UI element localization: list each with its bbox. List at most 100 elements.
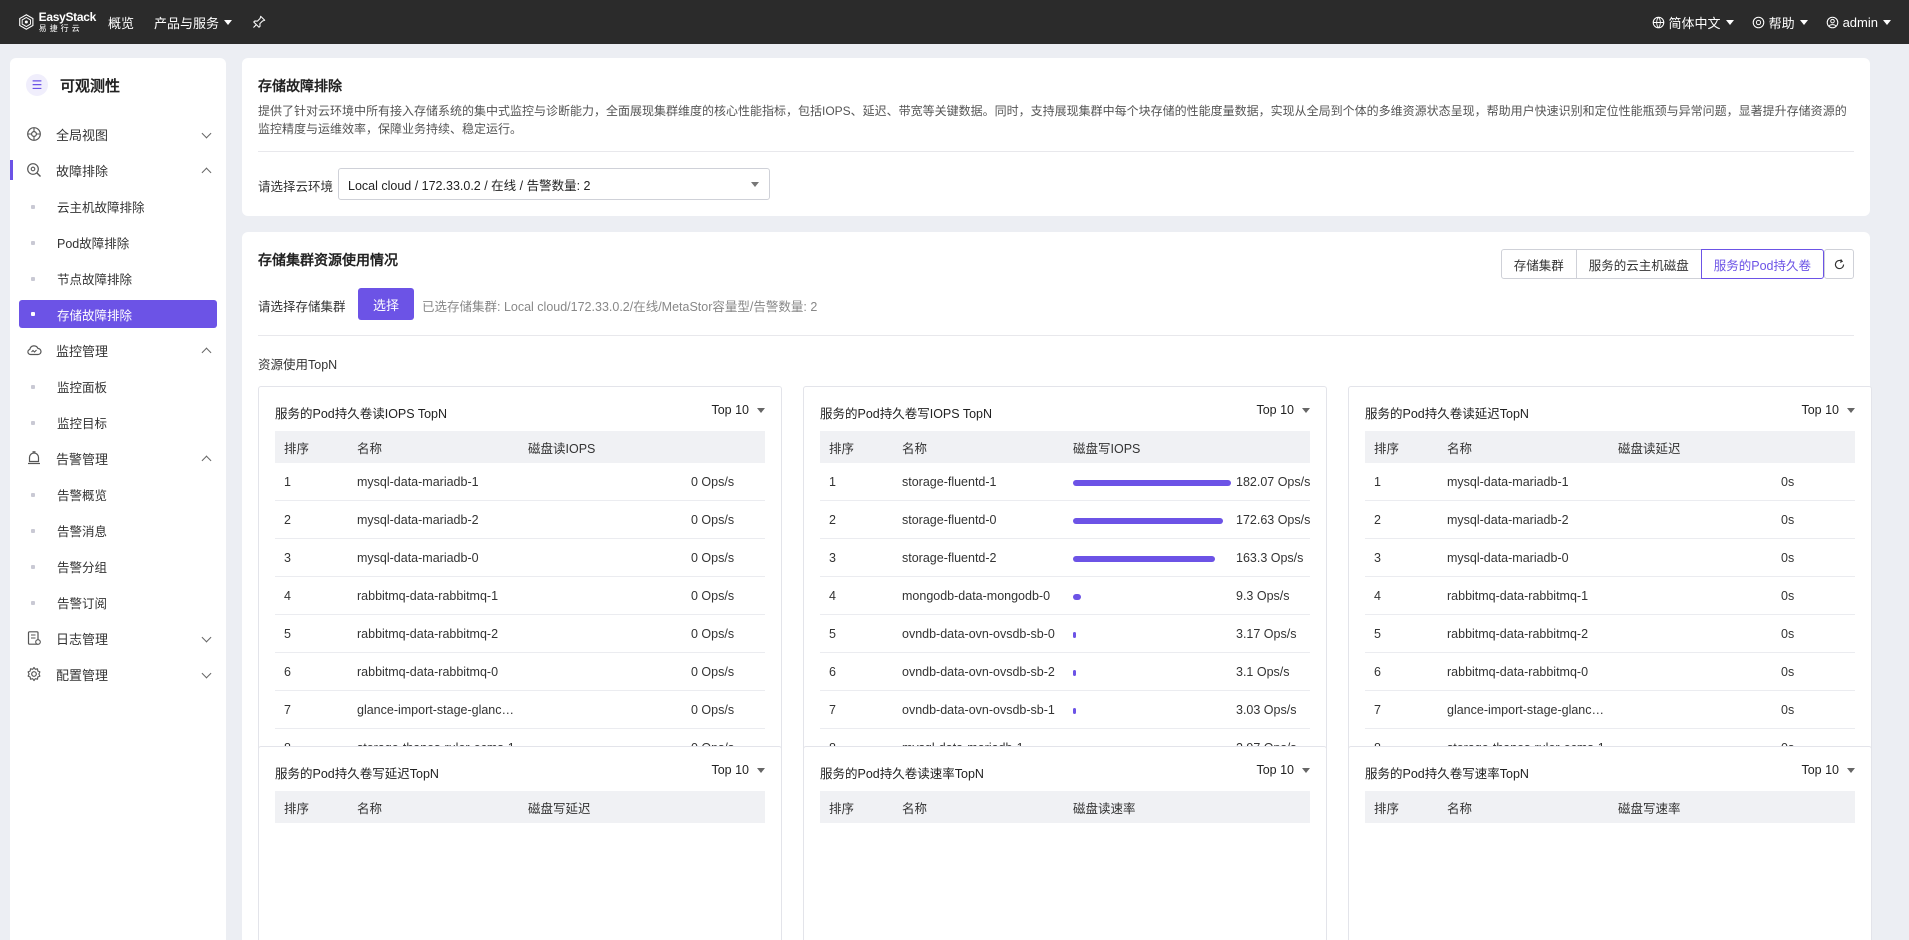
table-row[interactable]: 4 rabbitmq-data-rabbitmq-1 0 Ops/s — [275, 577, 765, 615]
row-name: storage-fluentd-2 — [902, 550, 997, 565]
row-name: mysql-data-mariadb-0 — [357, 550, 479, 565]
menu-item-monitor-dashboard[interactable]: 监控面板 — [10, 368, 226, 404]
menu-item-monitor-targets[interactable]: 监控目标 — [10, 404, 226, 440]
tab-pod-volumes[interactable]: 服务的Pod持久卷 — [1700, 249, 1824, 279]
globe-icon — [1652, 16, 1664, 28]
row-name: mysql-data-mariadb-2 — [1447, 512, 1569, 527]
table-row[interactable]: 1 mysql-data-mariadb-1 0s — [1365, 463, 1855, 501]
table-row[interactable]: 2 mysql-data-mariadb-2 0 Ops/s — [275, 501, 765, 539]
user-label: admin — [1842, 14, 1878, 30]
sidebar: ☰ 可观测性 全局视图 故障排除 云主机故障排除 Pod故障排除 节点故障排除 … — [10, 58, 226, 940]
topn-dropdown[interactable]: Top 10 — [1256, 403, 1310, 417]
row-value: 0s — [1781, 550, 1795, 565]
menu-item-pod-troubleshooting[interactable]: Pod故障排除 — [10, 224, 226, 260]
table-row[interactable]: 1 mysql-data-mariadb-1 0 Ops/s — [275, 463, 765, 501]
tab-storage-cluster[interactable]: 存储集群 — [1500, 249, 1577, 279]
row-name: mongodb-data-mongodb-0 — [902, 588, 1051, 603]
table-row[interactable]: 3 mysql-data-mariadb-0 0s — [1365, 539, 1855, 577]
table-row[interactable]: 4 rabbitmq-data-rabbitmq-1 0s — [1365, 577, 1855, 615]
topn-dropdown[interactable]: Top 10 — [1801, 403, 1855, 417]
table-row[interactable]: 7 ovndb-data-ovn-ovsdb-sb-1 3.03 Ops/s — [820, 691, 1310, 729]
row-value: 0 Ops/s — [691, 512, 735, 527]
refresh-button[interactable] — [1824, 249, 1854, 279]
usage-bar-track — [1073, 518, 1233, 524]
column-header-name: 名称 — [357, 801, 383, 816]
help-menu[interactable]: 帮助 — [1752, 13, 1808, 32]
menu-group-alerts[interactable]: 告警管理 — [10, 440, 226, 476]
table-row[interactable]: 5 rabbitmq-data-rabbitmq-2 0 Ops/s — [275, 615, 765, 653]
tab-vm-disks[interactable]: 服务的云主机磁盘 — [1575, 249, 1702, 279]
row-value: 0 Ops/s — [691, 588, 735, 603]
cloud-env-select[interactable]: Local cloud / 172.33.0.2 / 在线 / 告警数量: 2 — [338, 168, 770, 200]
table-row[interactable]: 7 glance-import-stage-glance-api-0 0 Ops… — [275, 691, 765, 729]
panel-title: 服务的Pod持久卷读速率TopN — [820, 767, 984, 781]
table-row[interactable]: 3 mysql-data-mariadb-0 0 Ops/s — [275, 539, 765, 577]
menu-group-config[interactable]: 配置管理 — [10, 656, 226, 692]
row-value: 3.1 Ops/s — [1236, 664, 1290, 679]
row-value-cell: 172.63 Ops/s — [1072, 501, 1310, 538]
topn-dropdown[interactable]: Top 10 — [1801, 763, 1855, 777]
pin-button[interactable] — [252, 15, 266, 29]
column-header-name: 名称 — [902, 801, 928, 816]
column-header-rank: 排序 — [1374, 801, 1400, 816]
nav-products-services[interactable]: 产品与服务 — [154, 13, 233, 32]
menu-item-label: 告警概览 — [57, 488, 108, 503]
row-value-cell: 182.07 Ops/s — [1072, 463, 1310, 500]
easystack-logo[interactable]: EasyStack 易捷行云 — [18, 10, 96, 34]
row-value-cell: 3.03 Ops/s — [1072, 691, 1310, 728]
table-row[interactable]: 3 storage-fluentd-2 163.3 Ops/s — [820, 539, 1310, 577]
nav-overview[interactable]: 概览 — [108, 13, 134, 32]
table-row[interactable]: 4 mongodb-data-mongodb-0 9.3 Ops/s — [820, 577, 1310, 615]
topn-dropdown[interactable]: Top 10 — [711, 403, 765, 417]
menu-group-global-view[interactable]: 全局视图 — [10, 116, 226, 152]
row-value-cell: 3.1 Ops/s — [1072, 653, 1310, 690]
table-row[interactable]: 2 mysql-data-mariadb-2 0s — [1365, 501, 1855, 539]
menu-group-troubleshooting[interactable]: 故障排除 — [10, 152, 226, 188]
table-row[interactable]: 2 storage-fluentd-0 172.63 Ops/s — [820, 501, 1310, 539]
menu-item-alert-overview[interactable]: 告警概览 — [10, 476, 226, 512]
menu-item-alert-subscriptions[interactable]: 告警订阅 — [10, 584, 226, 620]
menu-item-alert-groups[interactable]: 告警分组 — [10, 548, 226, 584]
column-header-rank: 排序 — [284, 801, 310, 816]
column-header-name: 名称 — [902, 441, 928, 456]
row-value-cell: 0s — [1617, 615, 1855, 652]
table-row[interactable]: 5 rabbitmq-data-rabbitmq-2 0s — [1365, 615, 1855, 653]
row-rank: 1 — [829, 474, 836, 489]
menu-group-monitoring[interactable]: 监控管理 — [10, 332, 226, 368]
row-rank: 4 — [1374, 588, 1381, 603]
menu-group-logs[interactable]: 日志管理 — [10, 620, 226, 656]
row-name: ovndb-data-ovn-ovsdb-sb-2 — [902, 664, 1055, 679]
menu-item-alert-messages[interactable]: 告警消息 — [10, 512, 226, 548]
tab-label: 服务的Pod持久卷 — [1713, 258, 1811, 273]
panel-title: 服务的Pod持久卷写速率TopN — [1365, 767, 1529, 781]
table-row[interactable]: 6 ovndb-data-ovn-ovsdb-sb-2 3.1 Ops/s — [820, 653, 1310, 691]
language-selector[interactable]: 简体中文 — [1652, 13, 1734, 32]
select-cluster-button[interactable]: 选择 — [358, 288, 414, 320]
column-header-value: 磁盘写速率 — [1618, 801, 1681, 816]
table-row[interactable]: 5 ovndb-data-ovn-ovsdb-sb-0 3.17 Ops/s — [820, 615, 1310, 653]
panel-title: 服务的Pod持久卷写延迟TopN — [275, 767, 439, 781]
user-menu[interactable]: admin — [1826, 15, 1891, 30]
menu-item-storage-troubleshooting[interactable]: 存储故障排除 — [19, 300, 217, 328]
topn-value: Top 10 — [711, 403, 749, 417]
menu-item-label: 云主机故障排除 — [57, 200, 145, 215]
row-value-cell: 0 Ops/s — [527, 577, 765, 614]
table-row[interactable]: 1 storage-fluentd-1 182.07 Ops/s — [820, 463, 1310, 501]
topn-dropdown[interactable]: Top 10 — [1256, 763, 1310, 777]
caret-down-icon — [1847, 767, 1855, 773]
row-rank: 4 — [829, 588, 836, 603]
row-rank: 7 — [829, 702, 836, 717]
topn-panel-write-rate: 服务的Pod持久卷写速率TopN Top 10 排序 名称 磁盘写速率 — [1348, 746, 1872, 940]
row-rank: 7 — [1374, 702, 1381, 717]
table-row[interactable]: 6 rabbitmq-data-rabbitmq-0 0 Ops/s — [275, 653, 765, 691]
table-row[interactable]: 7 glance-import-stage-glance-api-0 0s — [1365, 691, 1855, 729]
menu-item-node-troubleshooting[interactable]: 节点故障排除 — [10, 260, 226, 296]
menu-list-icon[interactable]: ☰ — [26, 74, 48, 96]
topn-dropdown[interactable]: Top 10 — [711, 763, 765, 777]
chevron-down-icon — [201, 128, 212, 139]
table-row[interactable]: 6 rabbitmq-data-rabbitmq-0 0s — [1365, 653, 1855, 691]
menu-item-vm-troubleshooting[interactable]: 云主机故障排除 — [10, 188, 226, 224]
column-header-name: 名称 — [1447, 801, 1473, 816]
row-value-cell: 0 Ops/s — [527, 539, 765, 576]
cluster-select-label: 请选择存储集群 — [258, 300, 346, 314]
